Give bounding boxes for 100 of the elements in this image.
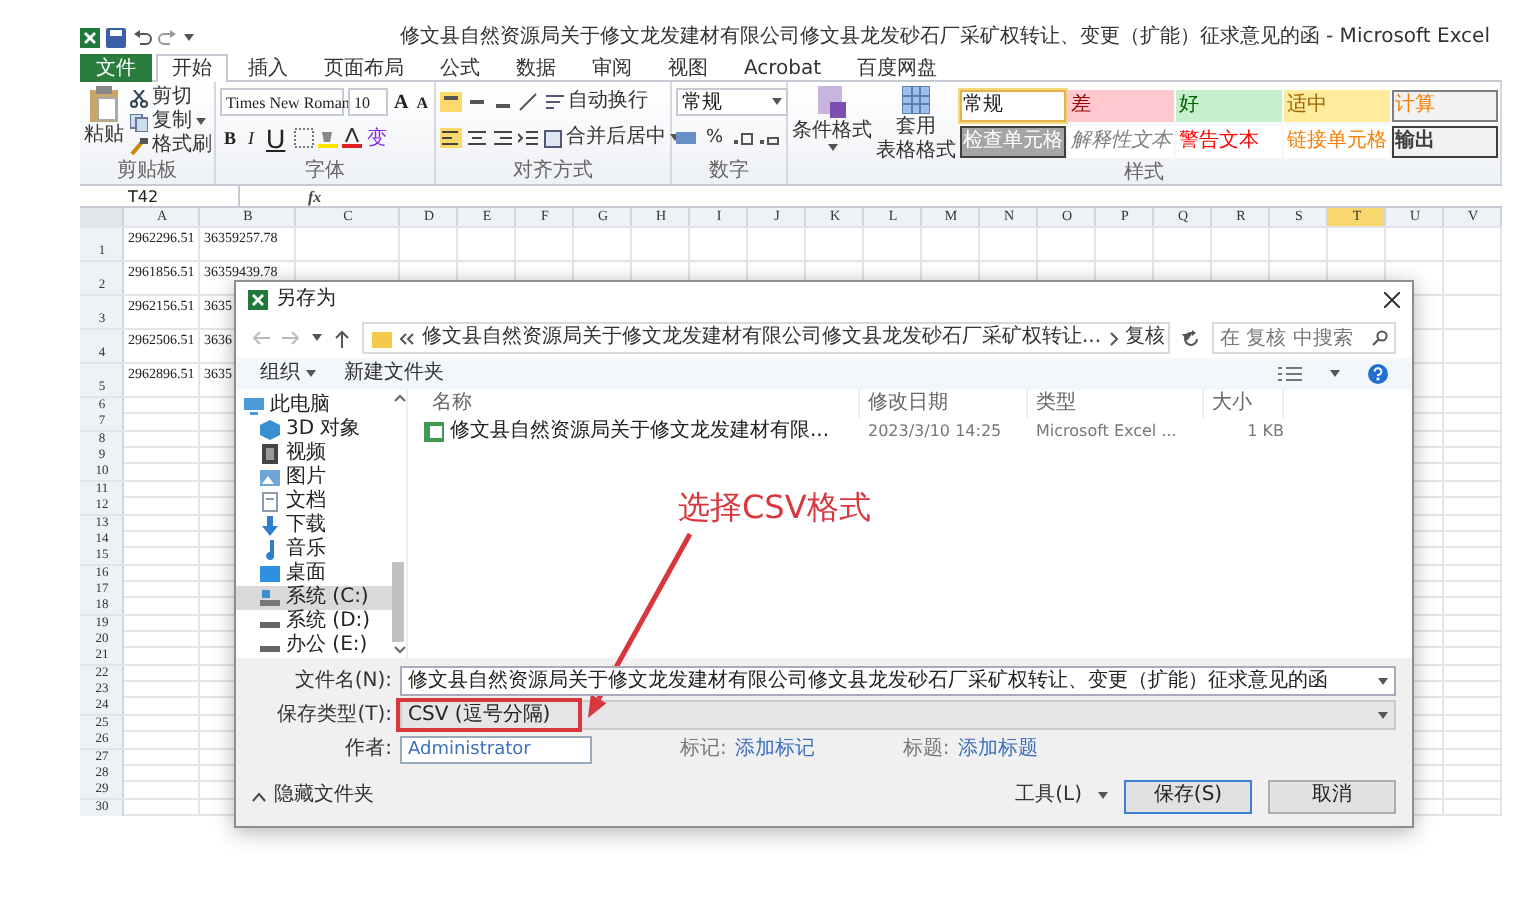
align-left-icon[interactable] — [440, 128, 462, 148]
add-title-link[interactable]: 添加标题 — [957, 734, 1038, 764]
ribbon-tab[interactable]: Acrobat — [728, 54, 838, 82]
drive-icon — [260, 588, 280, 608]
bold-button[interactable]: B — [220, 124, 241, 152]
ribbon-tab[interactable]: 页面布局 — [308, 54, 420, 82]
nav-pane-item[interactable]: 图片 — [236, 466, 392, 490]
ribbon-tab[interactable]: 审阅 — [576, 54, 648, 82]
nav-pane-item[interactable]: 桌面 — [236, 562, 392, 586]
column-header[interactable]: 大小 — [1204, 390, 1284, 418]
conditional-format-button[interactable]: 条件格式 — [792, 86, 872, 162]
caret-icon[interactable] — [1181, 334, 1192, 342]
search-field[interactable]: 在 复核 中搜索 — [1212, 322, 1396, 354]
nav-pane-item[interactable]: 此电脑 — [236, 394, 392, 418]
breadcrumb-item[interactable]: 修文县自然资源局关于修文龙发建材有限公司修文县龙发砂石厂采矿权转让... — [422, 324, 1102, 352]
new-folder-button[interactable]: 新建文件夹 — [344, 360, 444, 388]
group-label: 字体 — [303, 160, 347, 184]
ribbon-tab[interactable]: 公式 — [424, 54, 496, 82]
align-top-icon[interactable] — [440, 92, 462, 112]
scrollbar-thumb-icon[interactable] — [392, 562, 404, 642]
ribbon-tab[interactable]: 插入 — [232, 54, 304, 82]
column-header[interactable]: 名称 — [424, 390, 860, 418]
caret-icon[interactable] — [1330, 370, 1340, 378]
tools-button[interactable]: 工具(L) — [1015, 782, 1082, 810]
border-icon[interactable] — [293, 128, 314, 148]
scroll-up-icon[interactable] — [393, 394, 405, 402]
font-name-select[interactable]: Times New Roman — [220, 88, 344, 116]
save-icon[interactable] — [106, 28, 126, 48]
group-label: 数字 — [707, 160, 751, 184]
ribbon-tab[interactable]: 视图 — [652, 54, 724, 82]
column-header[interactable]: 修改日期 — [860, 390, 1028, 418]
undo-icon[interactable] — [132, 28, 152, 48]
cell-style-option[interactable]: 解释性文本 — [1068, 126, 1174, 158]
text-orientation-icon[interactable] — [518, 92, 540, 112]
breadcrumb-item[interactable]: 复核 — [1125, 324, 1166, 352]
organize-button[interactable]: 组织 — [260, 360, 316, 388]
cell-style-option[interactable]: 好 — [1176, 90, 1282, 122]
scroll-down-icon[interactable] — [393, 646, 405, 654]
nav-pane-item[interactable]: 音乐 — [236, 538, 392, 562]
file-name-field[interactable]: 修文县自然资源局关于修文龙发建材有限公司修文县龙发砂石厂采矿权转让、变更（扩能）征求意见的函 — [400, 666, 1396, 696]
nav-pane-item[interactable]: 文档 — [236, 490, 392, 514]
indent-icon[interactable] — [518, 128, 538, 148]
phonetic-button[interactable]: 变 — [365, 124, 390, 152]
up-arrow-icon[interactable] — [334, 329, 350, 347]
refresh-icon[interactable] — [1182, 329, 1200, 347]
cancel-button[interactable]: 取消 — [1268, 779, 1396, 813]
copy-button[interactable]: 复制 — [128, 110, 214, 134]
author-field[interactable]: Administrator — [400, 735, 592, 763]
scissors-icon — [130, 89, 148, 107]
file-name[interactable]: 修文县自然资源局关于修文龙发建材有限... — [424, 418, 860, 446]
file-type-select[interactable]: CSV (逗号分隔) — [400, 700, 1396, 730]
underline-button[interactable]: U — [262, 124, 290, 152]
column-header[interactable]: 类型 — [1028, 390, 1204, 418]
hide-folders-button[interactable]: 隐藏文件夹 — [252, 782, 374, 810]
cell-style-option[interactable]: 适中 — [1284, 90, 1390, 122]
paste-button[interactable]: 粘贴 — [84, 86, 124, 160]
group-label: 对齐方式 — [511, 160, 595, 184]
help-icon[interactable] — [1368, 364, 1388, 384]
ribbon-tab[interactable]: 百度网盘 — [841, 54, 954, 82]
add-tag-link[interactable]: 添加标记 — [734, 734, 815, 764]
close-button[interactable] — [1384, 292, 1400, 308]
dialog-title: 另存为 — [276, 285, 336, 314]
currency-icon[interactable] — [676, 128, 698, 148]
caret-icon[interactable] — [312, 334, 322, 342]
wrap-text-button[interactable]: 自动换行 — [544, 90, 650, 114]
caret-icon — [306, 370, 316, 378]
ribbon-tab[interactable]: 数据 — [500, 54, 572, 82]
save-button[interactable]: 保存(S) — [1124, 779, 1252, 813]
grow-font-button[interactable]: A — [392, 88, 411, 116]
nav-pane-item[interactable]: 系统 (C:) — [236, 586, 392, 610]
increase-decimal-icon[interactable] — [731, 128, 754, 148]
cut-button[interactable]: 剪切 — [128, 86, 214, 110]
nav-pane-item[interactable]: 下载 — [236, 514, 392, 538]
insert-function-button[interactable]: fx — [308, 185, 322, 207]
merge-center-button[interactable]: 合并后居中 — [542, 126, 682, 150]
view-options-icon[interactable] — [1278, 366, 1302, 382]
format-table-button[interactable]: 套用 表格格式 — [876, 86, 956, 162]
font-color-icon[interactable] — [341, 128, 362, 148]
wrap-lines-icon — [546, 93, 564, 111]
percent-button[interactable]: % — [702, 128, 728, 148]
font-size-select[interactable]: 10 — [348, 88, 388, 116]
ribbon-tab[interactable]: 开始 — [156, 54, 228, 82]
cell-style-option[interactable]: 输出 — [1392, 126, 1498, 158]
align-right-icon[interactable] — [492, 128, 514, 148]
italic-button[interactable]: I — [244, 124, 259, 152]
nav-pane-item[interactable]: 系统 (D:) — [236, 610, 392, 634]
cell-style-option[interactable]: 差 — [1068, 90, 1174, 122]
caret-icon[interactable] — [184, 34, 194, 42]
cell-style-option[interactable]: 常规 — [960, 90, 1066, 122]
caret-icon[interactable] — [1098, 792, 1108, 800]
close-icon — [1384, 292, 1400, 308]
align-center-icon[interactable] — [466, 128, 488, 148]
shrink-font-button[interactable]: A — [414, 88, 431, 116]
ribbon-tab[interactable]: 文件 — [80, 54, 152, 82]
number-format-select[interactable]: 常规 — [676, 88, 788, 116]
nav-pane-item[interactable]: 视频 — [236, 442, 392, 466]
nav-pane-item[interactable]: 办公 (E:) — [236, 634, 392, 658]
nav-pane-item[interactable]: 3D 对象 — [236, 418, 392, 442]
cell-style-option[interactable]: 警告文本 — [1176, 126, 1282, 158]
format-painter-button[interactable]: 格式刷 — [128, 134, 214, 158]
